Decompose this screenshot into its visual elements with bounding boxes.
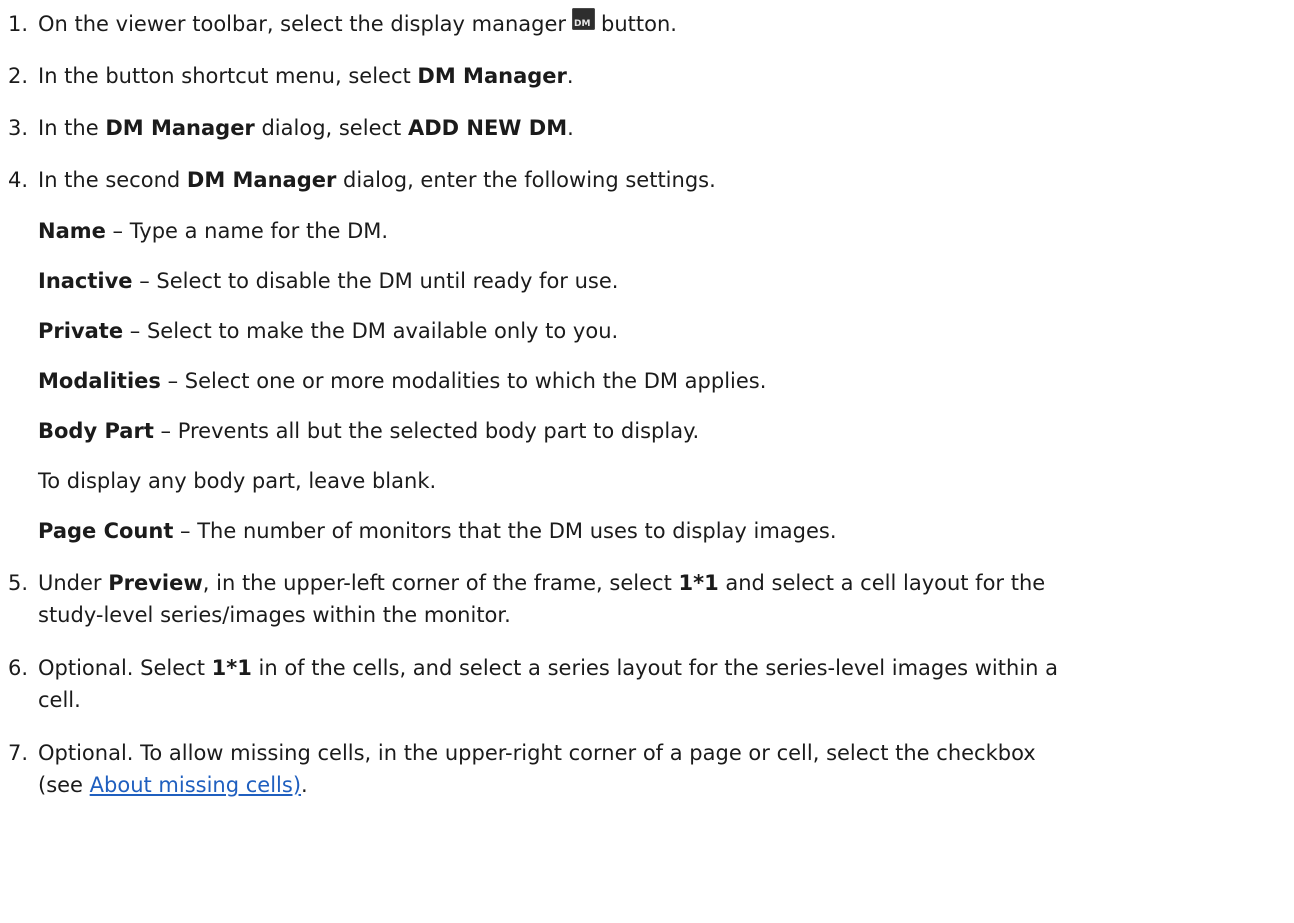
step-text: In the button shortcut menu, select DM M…: [38, 64, 574, 88]
step-text: Optional. Select 1*1 in of the cells, an…: [38, 656, 1059, 680]
step-number: 4.: [8, 168, 29, 192]
step-text: In the second DM Manager dialog, enter t…: [38, 168, 716, 192]
step-number: 1.: [8, 12, 29, 36]
step-text: Optional. To allow missing cells, in the…: [38, 741, 1036, 765]
step-number: 3.: [8, 116, 29, 140]
step-number: 2.: [8, 64, 29, 88]
step-number: 7.: [8, 741, 29, 765]
step-text: On the viewer toolbar, select the displa…: [38, 8, 677, 38]
step-text: In the DM Manager dialog, select ADD NEW…: [38, 116, 574, 140]
step-number: 6.: [8, 656, 29, 680]
display-manager-icon: DM: [572, 8, 596, 30]
step-number: 5.: [8, 571, 29, 595]
step-text: Under Preview, in the upper-left corner …: [38, 571, 1046, 595]
about-missing-cells-link[interactable]: About missing cells): [90, 773, 301, 797]
